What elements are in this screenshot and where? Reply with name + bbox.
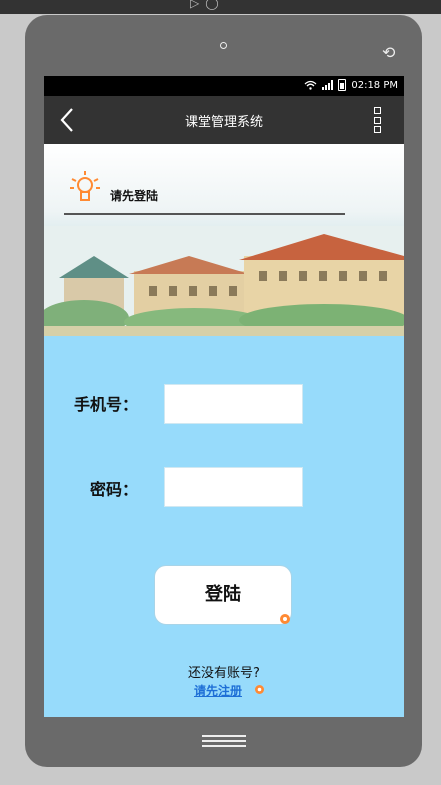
password-label: 密码： (89, 480, 138, 499)
lightbulb-icon (70, 171, 100, 201)
no-account-text: 还没有账号? (188, 666, 260, 681)
home-button-icon[interactable] (202, 735, 246, 747)
wifi-icon (304, 80, 317, 90)
login-prompt: 请先登陆 (110, 189, 159, 203)
phone-label: 手机号： (73, 395, 138, 414)
camera-icon (220, 42, 227, 49)
status-time: 02:18 PM (351, 79, 398, 91)
pointer-cursor-icon (280, 614, 290, 624)
register-link[interactable]: 请先注册 (194, 682, 242, 699)
pointer-cursor-icon (255, 685, 264, 694)
login-button[interactable]: 登陆 (154, 565, 292, 625)
top-strip: ▷◯ (0, 0, 441, 14)
campus-illustration (44, 226, 404, 336)
phone-input[interactable] (164, 384, 303, 424)
banner-image: 请先登陆 (44, 144, 404, 336)
status-bar: 02:18 PM (44, 76, 404, 96)
divider (64, 213, 345, 215)
rotate-icon[interactable]: ⟲ (382, 43, 395, 62)
signal-icon (322, 80, 334, 90)
password-input[interactable] (164, 467, 303, 507)
battery-icon (338, 79, 347, 91)
app-screen: 02:18 PM 课堂管理系统 请先登陆 手机号： 密码： 登陆 还没有账号? … (44, 76, 404, 717)
title-bar: 课堂管理系统 (44, 96, 404, 144)
window-controls-icon: ▷◯ (190, 0, 225, 10)
more-menu-icon[interactable] (374, 107, 382, 133)
page-title: 课堂管理系统 (184, 115, 263, 130)
